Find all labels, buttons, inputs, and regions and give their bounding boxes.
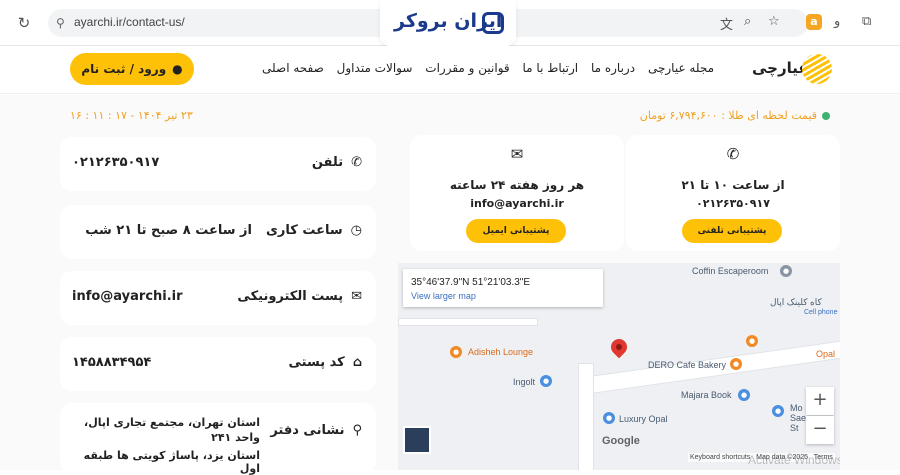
envelope-open-icon: ✉ [351, 289, 362, 304]
poi-icon[interactable]: ● [780, 265, 792, 277]
map-label[interactable]: Coffin Escaperoom [692, 266, 768, 276]
envelope-icon: ✉ [510, 145, 524, 163]
contact-label: پست الکترونیکی [237, 289, 344, 304]
puzzle-icon[interactable]: ⧉ [862, 14, 871, 29]
zoom-icon[interactable]: ⌕ [744, 14, 751, 29]
cafe-icon[interactable]: ● [730, 358, 742, 370]
support-email: info@ayarchi.ir [470, 197, 564, 210]
phone-icon: ✆ [351, 155, 362, 170]
phone-support-button[interactable]: پشتیبانی تلفنی [682, 219, 782, 243]
contact-card-phone: ✆ تلفن ۰۲۱۲۶۳۵۰۹۱۷ [60, 137, 376, 191]
email-support-button[interactable]: پشتیبانی ایمیل [466, 219, 566, 243]
gold-price: قیمت لحظه ای طلا : ۶,۷۹۴,۶۰۰ تومان [640, 109, 830, 122]
iran-broker-logo: ایران بروکر [380, 0, 516, 46]
map-label[interactable]: DERO Cafe Bakery [648, 360, 726, 370]
address-line-2: استان یزد، پاساژ کویتی ها طبقه اول [83, 449, 260, 475]
menu-item-faq[interactable]: سوالات متداول [337, 61, 413, 75]
contact-label: ساعت کاری [265, 223, 343, 238]
login-label: ورود / ثبت نام [81, 62, 167, 76]
main-menu: صفحه اصلی سوالات متداول قوانین و مقررات … [262, 61, 714, 75]
menu-item-about[interactable]: درباره ما [591, 61, 635, 75]
map-label[interactable]: کاه کلینک اپال [770, 297, 822, 308]
satellite-toggle[interactable] [403, 426, 431, 454]
site-info-icon[interactable]: ⚲ [56, 16, 65, 30]
site-header: ● ورود / ثبت نام صفحه اصلی سوالات متداول… [0, 46, 900, 94]
zoom-in-button[interactable]: + [806, 387, 834, 415]
login-register-button[interactable]: ● ورود / ثبت نام [70, 53, 194, 85]
activate-windows-watermark: Activate Windows [748, 453, 840, 467]
contact-label: کد پستی [288, 355, 345, 370]
shop-icon[interactable]: ● [540, 375, 552, 387]
shop-icon[interactable]: ● [772, 405, 784, 417]
translate-icon[interactable]: 文 [720, 14, 733, 33]
address-line-1: استان تهران، مجتمع تجاری اپال، واحد ۲۴۱ [84, 416, 260, 444]
contact-label: نشانی دفتر [270, 423, 345, 438]
date-time: ۲۳ تیر ۱۴۰۴ - ۱۷ : ۱۱ : ۱۶ [70, 109, 193, 122]
map-label[interactable]: Luxury Opal [619, 414, 668, 424]
extension-a-icon[interactable]: a [806, 14, 822, 30]
extension-icon[interactable]: و [834, 14, 840, 29]
contact-label: تلفن [311, 155, 344, 170]
location-pin-icon[interactable] [607, 335, 631, 359]
map-info-box: 35°46'37.9"N 51°21'03.3"E View larger ma… [403, 269, 603, 307]
phone-icon: ✆ [726, 145, 740, 163]
map-label[interactable]: Cell phone [804, 309, 837, 316]
support-title: هر روز هفته ۲۴ ساعته [449, 178, 585, 192]
browser-toolbar: ↻ ⚲ ayarchi.ir/contact-us/ ایران بروکر 文… [0, 0, 900, 46]
google-map[interactable]: ● Coffin Escaperoom کاه کلینک اپال Cell … [398, 263, 840, 470]
contact-card-address: ⚲ نشانی دفتر استان تهران، مجتمع تجاری اپا… [60, 403, 376, 475]
gold-price-text: قیمت لحظه ای طلا : ۶,۷۹۴,۶۰۰ تومان [639, 109, 817, 122]
url-text: ayarchi.ir/contact-us/ [74, 15, 185, 29]
contact-value[interactable]: ۰۲۱۲۶۳۵۰۹۱۷ [72, 155, 159, 170]
inbox-icon: ⌂ [352, 355, 362, 370]
contact-card-hours: ◷ ساعت کاری از ساعت ۸ صبح تا ۲۱ شب [60, 205, 376, 259]
map-road [398, 318, 538, 326]
logo-text: عیارچی [752, 59, 809, 77]
google-logo: Google [602, 435, 640, 447]
map-pin-icon: ⚲ [352, 423, 362, 438]
map-label[interactable]: Ingolt [513, 377, 535, 387]
view-larger-map-link[interactable]: View larger map [411, 291, 476, 301]
contact-card-email: ✉ پست الکترونیکی info@ayarchi.ir [60, 271, 376, 325]
support-title: از ساعت ۱۰ تا ۲۱ [681, 178, 785, 192]
menu-item-magazine[interactable]: مجله عیارچی [648, 61, 714, 75]
contact-value[interactable]: info@ayarchi.ir [72, 289, 183, 304]
restaurant-icon[interactable]: ● [746, 335, 758, 347]
map-label[interactable]: Opal [816, 349, 835, 359]
menu-item-rules[interactable]: قوانین و مقررات [425, 61, 509, 75]
shop-icon[interactable]: ● [603, 412, 615, 424]
menu-item-home[interactable]: صفحه اصلی [262, 61, 324, 75]
reload-icon[interactable]: ↻ [14, 13, 34, 33]
brand-mark-icon [482, 12, 504, 34]
site-logo[interactable]: عیارچی [752, 54, 834, 84]
phone-support-card: ✆ از ساعت ۱۰ تا ۲۱ ۰۲۱۲۶۳۵۰۹۱۷ پشتیبانی … [626, 135, 840, 251]
bookmark-star-icon[interactable]: ☆ [768, 14, 780, 29]
clock-icon: ◷ [350, 223, 362, 238]
contact-card-postal: ⌂ کد پستی ۱۴۵۸۸۳۴۹۵۴ [60, 337, 376, 391]
map-label[interactable]: Adisheh Lounge [468, 347, 533, 357]
contact-value: ۱۴۵۸۸۳۴۹۵۴ [72, 355, 152, 370]
contact-content: قیمت لحظه ای طلا : ۶,۷۹۴,۶۰۰ تومان ۲۳ تی… [0, 95, 900, 475]
map-label[interactable]: Sae [790, 413, 806, 423]
map-road [578, 363, 594, 470]
zoom-out-button[interactable]: − [806, 416, 834, 444]
live-dot-icon [822, 111, 830, 120]
sun-logo-icon [802, 54, 832, 84]
user-icon: ● [172, 62, 183, 76]
map-label[interactable]: Majara Book [681, 390, 732, 400]
menu-item-contact[interactable]: ارتباط با ما [523, 61, 579, 75]
support-phone: ۰۲۱۲۶۳۵۰۹۱۷ [696, 197, 770, 210]
bookstore-icon[interactable]: ● [738, 389, 750, 401]
keyboard-shortcuts-link[interactable]: Keyboard shortcuts [690, 454, 750, 461]
restaurant-icon[interactable]: ● [450, 346, 462, 358]
email-support-card: ✉ هر روز هفته ۲۴ ساعته info@ayarchi.ir پ… [410, 135, 624, 251]
contact-value: از ساعت ۸ صبح تا ۲۱ شب [85, 223, 252, 238]
map-label[interactable]: St [790, 423, 799, 433]
map-coordinates: 35°46'37.9"N 51°21'03.3"E [411, 277, 531, 288]
map-label[interactable]: Mo [790, 403, 803, 413]
